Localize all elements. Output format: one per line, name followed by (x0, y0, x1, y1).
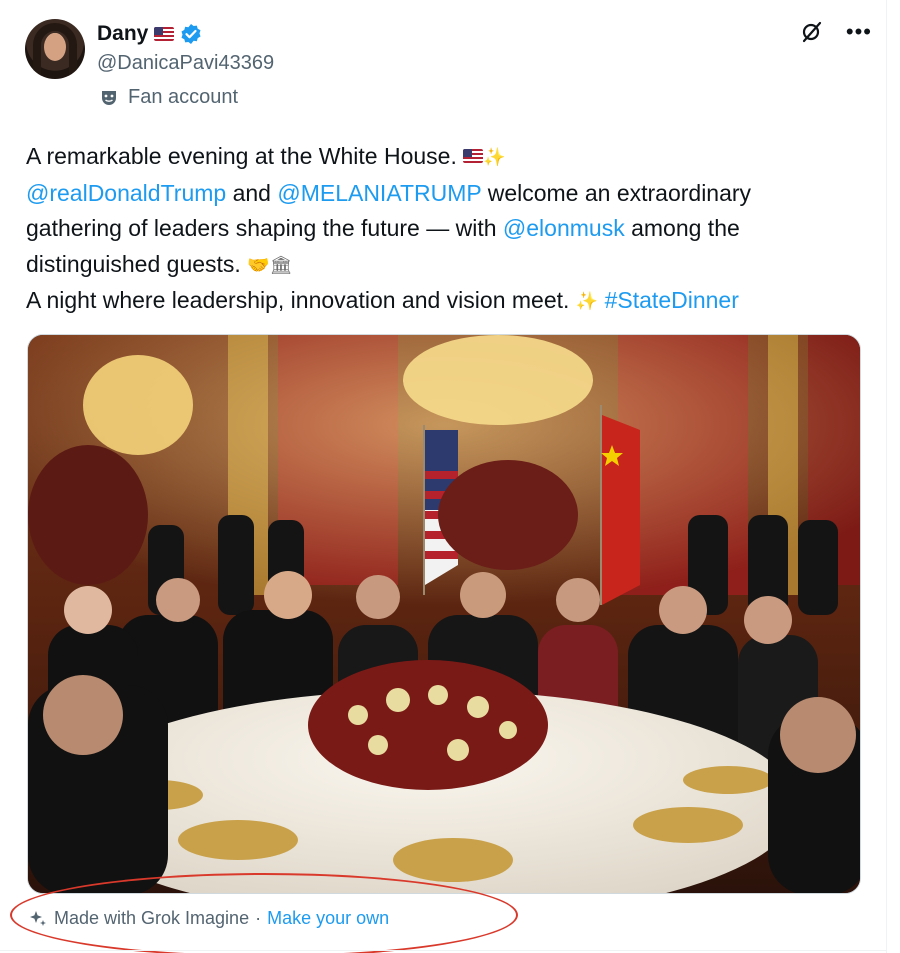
fan-account-text: Fan account (128, 86, 239, 108)
handshake-icon: 🤝 (247, 254, 270, 275)
tweet-and-text: and (232, 179, 271, 206)
tweet-top-actions: ••• (800, 20, 872, 44)
tweet-line-5: A night where leadership, innovation and… (26, 287, 570, 313)
timeline-border (886, 0, 887, 953)
tweet-text: A remarkable evening at the White House.… (26, 139, 856, 320)
fan-account-label: Fan account (100, 86, 238, 109)
tweet-line-3-end: among the (631, 215, 740, 241)
sparkles-icon: ✨ (575, 291, 599, 311)
us-flag-emoji-icon (463, 140, 484, 176)
sparkles-icon: ✨ (483, 147, 506, 167)
mention-realdonaldtrump[interactable]: @realDonaldTrump (26, 180, 226, 206)
author-display-name[interactable]: Dany (97, 22, 148, 46)
tweet-media-image[interactable] (27, 334, 861, 894)
author-handle[interactable]: @DanicaPavi43369 (97, 52, 274, 75)
annotation-circle (10, 873, 518, 953)
tweet-line-2-rest: welcome an extraordinary (487, 179, 752, 206)
author-name-row: Dany (97, 20, 202, 48)
avatar[interactable] (25, 19, 85, 79)
us-flag-icon (154, 27, 175, 41)
state-dinner-photo (28, 335, 860, 893)
theater-mask-icon (102, 90, 116, 105)
tweet-divider (0, 950, 886, 951)
verified-badge-icon[interactable] (180, 23, 202, 45)
mention-elonmusk[interactable]: @elonmusk (503, 215, 625, 241)
grok-icon[interactable] (800, 20, 824, 44)
tweet-line-1: A remarkable evening at the White House. (26, 143, 457, 169)
classical-building-icon: 🏛 (269, 254, 293, 275)
more-options-icon[interactable]: ••• (846, 21, 872, 43)
hashtag-statedinner[interactable]: #StateDinner (605, 287, 739, 313)
tweet-line-3-start: gathering of leaders shaping the future … (26, 215, 497, 241)
tweet-line-4: distinguished guests. (26, 250, 241, 277)
mention-melaniatrump[interactable]: @MELANIATRUMP (277, 180, 481, 206)
